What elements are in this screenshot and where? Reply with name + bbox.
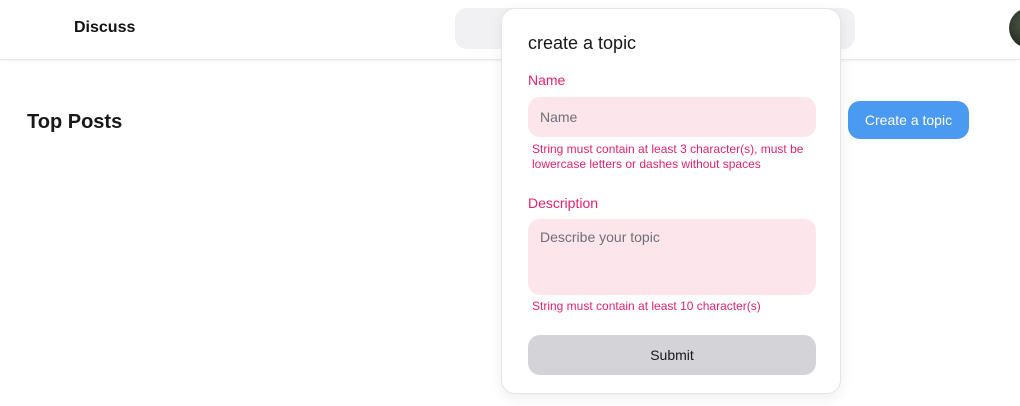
page-title: Top Posts [27, 111, 123, 133]
name-error-message: String must contain at least 3 character… [532, 142, 804, 171]
name-label: Name [528, 72, 566, 88]
description-error-message: String must contain at least 10 characte… [532, 299, 761, 313]
description-textarea[interactable] [528, 219, 816, 295]
description-label: Description [528, 195, 599, 211]
avatar[interactable] [1009, 8, 1020, 48]
create-topic-popover: create a topic Name String must contain … [501, 8, 841, 394]
popover-title: create a topic [528, 33, 637, 53]
submit-button[interactable]: Submit [528, 335, 816, 375]
create-topic-button[interactable]: Create a topic [848, 101, 969, 139]
brand-logo[interactable]: Discuss [74, 19, 135, 37]
name-input[interactable] [528, 97, 816, 137]
